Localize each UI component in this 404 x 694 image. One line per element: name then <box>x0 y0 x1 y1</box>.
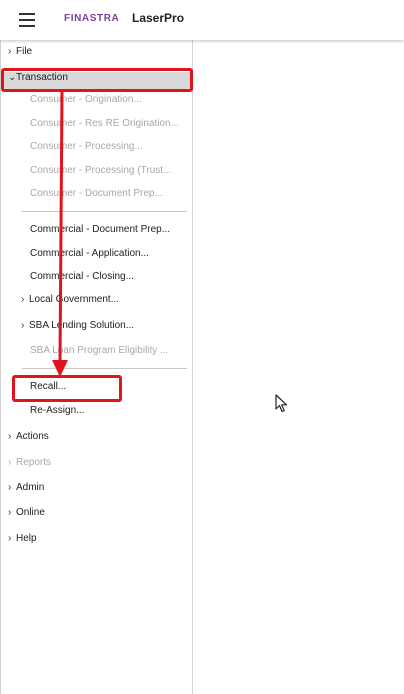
menu-actions[interactable]: › Actions <box>8 431 49 442</box>
menu-divider <box>22 368 187 369</box>
chevron-right-icon: › <box>8 457 12 468</box>
menu-online[interactable]: › Online <box>8 507 45 518</box>
menu-consumer-processing-trust: Consumer - Processing (Trust... <box>30 165 172 176</box>
finastra-logo: FINASTRA <box>64 13 120 24</box>
menu-sba-lending-solution-label: SBA Lending Solution... <box>29 320 135 331</box>
menu-divider <box>22 211 187 212</box>
menu-local-government[interactable]: › Local Government... <box>21 294 119 305</box>
menu-actions-label: Actions <box>16 431 49 442</box>
hamburger-menu-icon[interactable] <box>19 13 35 27</box>
chevron-right-icon: › <box>8 46 12 57</box>
chevron-right-icon: › <box>21 320 25 331</box>
mouse-cursor-icon <box>275 394 288 413</box>
menu-consumer-res-re-origination: Consumer - Res RE Origination... <box>30 118 179 129</box>
menu-online-label: Online <box>16 507 45 518</box>
menu-sba-lending-solution[interactable]: › SBA Lending Solution... <box>21 320 134 331</box>
menu-file[interactable]: › File <box>8 46 32 57</box>
recall-highlight-box <box>12 375 122 402</box>
menu-sba-loan-program-eligibility: SBA Loan Program Eligibility ... <box>30 345 169 356</box>
menu-commercial-closing[interactable]: Commercial - Closing... <box>30 271 134 282</box>
menu-reports: › Reports <box>8 457 51 468</box>
menu-reports-label: Reports <box>16 457 52 468</box>
chevron-right-icon: › <box>8 507 12 518</box>
chevron-right-icon: › <box>8 533 12 544</box>
menu-commercial-document-prep[interactable]: Commercial - Document Prep... <box>30 224 170 235</box>
menu-consumer-document-prep: Consumer - Document Prep... <box>30 188 163 199</box>
menu-local-government-label: Local Government... <box>29 294 120 305</box>
chevron-right-icon: › <box>21 294 25 305</box>
app-header: FINASTRA LaserPro <box>0 0 404 40</box>
menu-consumer-origination: Consumer - Origination... <box>30 94 142 105</box>
transaction-highlight-box <box>1 68 193 92</box>
app-title: LaserPro <box>132 11 185 25</box>
menu-file-label: File <box>16 46 33 57</box>
main-content-area <box>194 40 404 694</box>
menu-admin[interactable]: › Admin <box>8 482 44 493</box>
menu-commercial-application[interactable]: Commercial - Application... <box>30 248 149 259</box>
menu-re-assign[interactable]: Re-Assign... <box>30 405 84 416</box>
chevron-right-icon: › <box>8 482 12 493</box>
sidebar-menu: › File ⌄Transaction Consumer - Originatio… <box>0 40 193 694</box>
menu-help-label: Help <box>16 533 37 544</box>
chevron-right-icon: › <box>8 431 12 442</box>
menu-help[interactable]: › Help <box>8 533 37 544</box>
menu-consumer-processing: Consumer - Processing... <box>30 141 143 152</box>
menu-admin-label: Admin <box>16 482 45 493</box>
